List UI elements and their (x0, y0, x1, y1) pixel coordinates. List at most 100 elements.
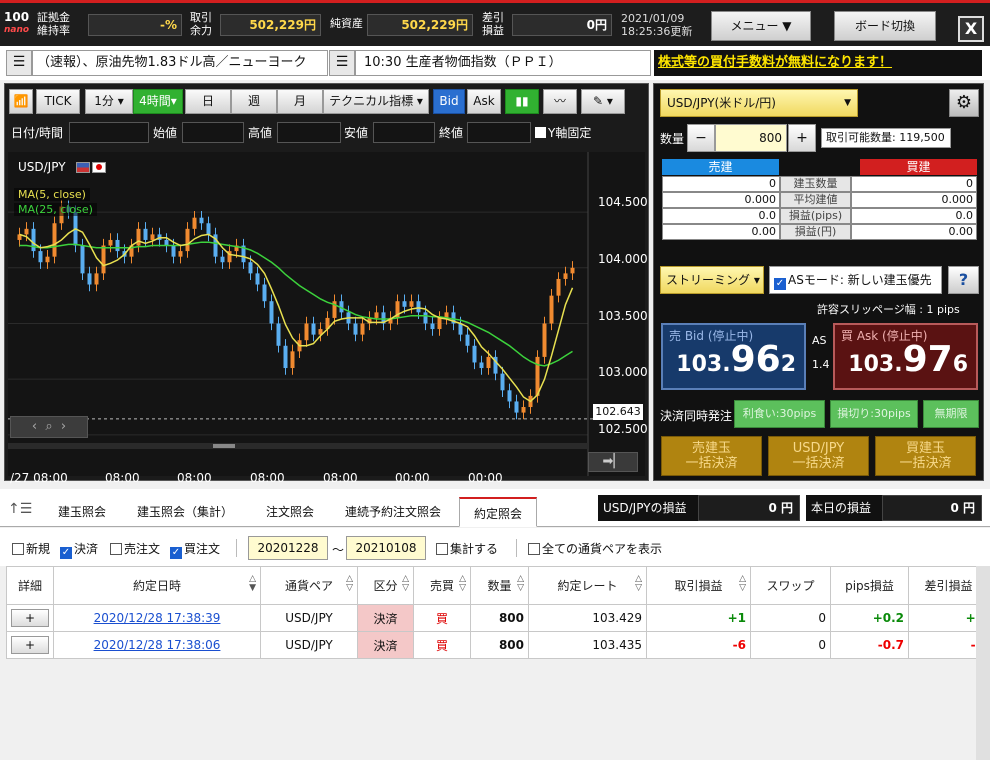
chart-panel: 📶 TICK 1分 ▾ 4時間▾ 日 週 月 テクニカル指標 ▾ Bid Ask… (4, 83, 649, 485)
sell-bid-button[interactable]: 売 Bid (停止中) 103.962 (661, 323, 806, 390)
filter-new-checkbox[interactable]: 新規 (12, 540, 50, 557)
chart-nav-controls[interactable]: ‹ ⌕ › (10, 416, 88, 438)
trade-pl-cell: -6 (646, 631, 751, 659)
executions-table-area: 詳細 約定日時 △ ▼ 通貨ペア △ ▽ 区分 △ ▽ 売買 △ ▽ 数量 △ ▽ 約定レート △ ▽ … (0, 566, 990, 760)
close-button[interactable]: X (958, 16, 984, 42)
open-label: 始値 (153, 126, 178, 140)
draw-tool-dropdown[interactable]: ✎ ▾ (581, 89, 625, 114)
tab-ifd-orders[interactable]: 連続予約注文照会 (332, 497, 454, 527)
candle-body (206, 223, 211, 235)
month-button[interactable]: 月 (277, 89, 323, 114)
quantity-minus-button[interactable]: − (687, 124, 715, 152)
x-tick-label: 08:00 (105, 471, 140, 485)
y-axis-fixed-checkbox[interactable]: Y軸固定 (535, 124, 591, 141)
candle-body (255, 273, 260, 285)
col-pair[interactable]: 通貨ペア △ ▽ (260, 566, 358, 605)
candle-body (458, 323, 463, 335)
col-side[interactable]: 売買 △ ▽ (413, 566, 471, 605)
week-button[interactable]: 週 (231, 89, 277, 114)
ask-button[interactable]: Ask (467, 89, 501, 114)
promo-link[interactable]: 株式等の買付手数料が無料になります！ (654, 50, 982, 76)
col-exec-datetime[interactable]: 約定日時 △ ▼ (53, 566, 261, 605)
kind-cell: 決済 (357, 631, 414, 659)
candle-body (136, 228, 141, 246)
filter-row: 新規 ✓ 決済 売注文 ✓ 買注文 20201228 〜 20210108 集計する… (0, 528, 990, 566)
currency-pair-select[interactable]: USD/JPY(米ドル/円) ▼ (660, 89, 858, 117)
quantity-plus-button[interactable]: + (788, 124, 816, 152)
sell-position-value: 0 (662, 176, 780, 192)
plus-icon[interactable]: + (11, 609, 49, 627)
date-from-input[interactable]: 20201228 (248, 536, 328, 560)
bulk-settle-pair-button[interactable]: USD/JPY 一括決済 (768, 436, 869, 476)
scroll-to-latest-icon[interactable]: ➡▏ (588, 452, 638, 472)
aggregate-checkbox[interactable]: 集計する (436, 540, 498, 557)
candle-body (514, 401, 519, 413)
candle-body (276, 323, 281, 346)
net-assets-label: 純資産 (330, 17, 363, 30)
buy-ask-button[interactable]: 買 Ask (停止中) 103.976 (833, 323, 978, 390)
exec-datetime-link[interactable]: 2020/12/28 17:38:06 (53, 631, 261, 659)
chart-type-icon[interactable]: 📶 (9, 89, 33, 114)
pips-pl-cell: +0.2 (830, 604, 909, 632)
chart-pair-label: USD/JPY (18, 160, 66, 174)
candle-body (500, 373, 505, 391)
bid-button[interactable]: Bid (433, 89, 465, 114)
bulk-settle-buy-button[interactable]: 買建玉 一括決済 (875, 436, 976, 476)
streaming-dropdown[interactable]: ストリーミング ▾ (660, 266, 764, 294)
no-limit-button[interactable]: 無期限 (923, 400, 979, 428)
news-item-1[interactable]: （速報）、原油先物1.83ドル高／ニューヨーク (32, 50, 328, 76)
candle-body (80, 245, 85, 274)
candle-body (374, 312, 379, 318)
news-item-2[interactable]: 10:30 生産者物価指数（ＰＰＩ） (355, 50, 651, 76)
filter-sell-order-checkbox[interactable]: 売注文 (110, 540, 160, 557)
line-chart-icon[interactable]: 〰 (543, 89, 577, 114)
news-list-icon-2[interactable]: ☰ (329, 50, 355, 76)
candle-body (563, 273, 568, 279)
filter-settle-checkbox[interactable]: ✓ 決済 (60, 540, 98, 559)
gear-icon[interactable]: ⚙ (949, 89, 979, 117)
vertical-scrollbar[interactable] (976, 566, 990, 760)
filter-buy-order-checkbox[interactable]: ✓ 買注文 (170, 540, 220, 559)
board-switch-button[interactable]: ボード切換 (834, 11, 936, 41)
tab-executions[interactable]: 約定照会 (459, 497, 537, 527)
minute-dropdown[interactable]: 1分 ▾ (85, 89, 133, 114)
available-quantity: 取引可能数量: 119,500 (821, 128, 951, 148)
day-button[interactable]: 日 (185, 89, 231, 114)
tab-orders[interactable]: 注文照会 (252, 497, 328, 527)
take-profit-button[interactable]: 利食い:30pips (734, 400, 825, 428)
detail-expand-button[interactable]: + (6, 631, 54, 659)
sell-position-header: 売建 (662, 159, 779, 175)
sell-position-value: 0.000 (662, 192, 780, 208)
bulk-settle-sell-button[interactable]: 売建玉 一括決済 (661, 436, 762, 476)
help-button[interactable]: ? (948, 266, 979, 294)
tab-positions-summary[interactable]: 建玉照会（集計） (125, 497, 245, 527)
quantity-input[interactable]: 800 (715, 124, 787, 152)
technical-dropdown[interactable]: テクニカル指標 ▾ (323, 89, 429, 114)
collapse-icon[interactable]: ↑☰ (8, 501, 32, 517)
detail-expand-button[interactable]: + (6, 604, 54, 632)
date-to-input[interactable]: 20210108 (346, 536, 426, 560)
y-tick-label: 104.000 (598, 252, 648, 266)
tab-positions[interactable]: 建玉照会 (45, 497, 119, 527)
news-list-icon[interactable]: ☰ (6, 50, 32, 76)
buying-power-label: 取引 余力 (190, 11, 212, 37)
as-mode-checkbox[interactable]: ✓ ASモード: 新しい建玉優先 (769, 266, 942, 294)
col-kind[interactable]: 区分 △ ▽ (357, 566, 414, 605)
tick-button[interactable]: TICK (36, 89, 80, 114)
col-qty[interactable]: 数量 △ ▽ (470, 566, 529, 605)
candlestick-icon[interactable]: ▮▮ (505, 89, 539, 114)
net-assets-value: 502,229円 (367, 14, 473, 36)
open-field (182, 122, 244, 143)
pair-cell: USD/JPY (260, 631, 358, 659)
candle-body (409, 301, 414, 307)
plus-icon[interactable]: + (11, 636, 49, 654)
exec-datetime-link[interactable]: 2020/12/28 17:38:39 (53, 604, 261, 632)
col-trade-pl[interactable]: 取引損益 △ ▽ (646, 566, 751, 605)
all-pairs-checkbox[interactable]: 全ての通貨ペアを表示 (528, 540, 662, 557)
price-chart[interactable]: USD/JPY MA(5, close) MA(25, close) ‹ ⌕ ›… (8, 152, 645, 476)
high-label: 高値 (248, 126, 273, 140)
col-rate[interactable]: 約定レート △ ▽ (528, 566, 647, 605)
4hour-dropdown[interactable]: 4時間▾ (133, 89, 183, 114)
menu-button[interactable]: メニュー ▼ (711, 11, 811, 41)
stop-loss-button[interactable]: 損切り:30pips (830, 400, 918, 428)
